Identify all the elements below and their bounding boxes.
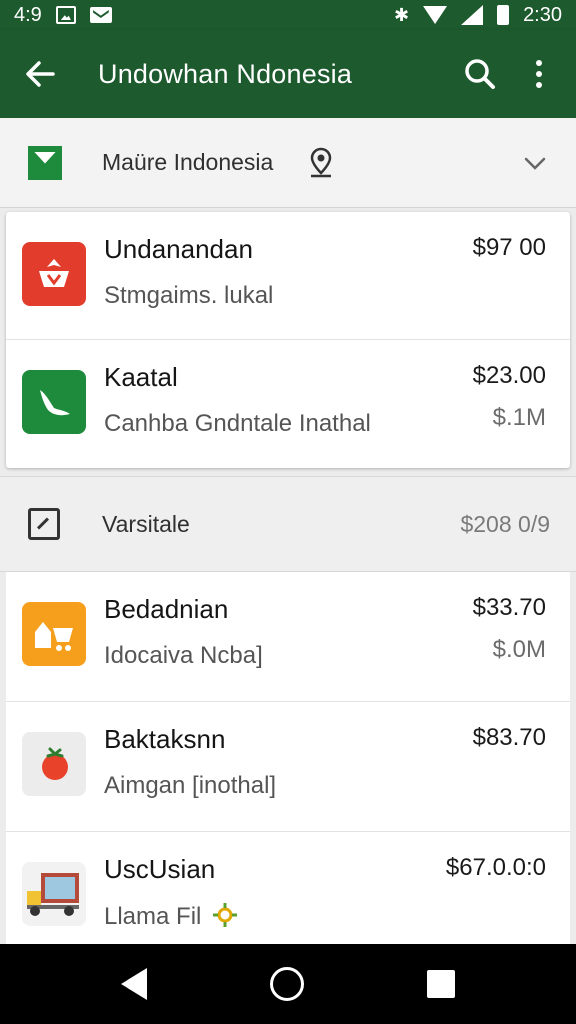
more-dot <box>536 82 542 88</box>
status-time-left: 4:9 <box>14 3 42 26</box>
app-bar: Undowhan Ndonesia <box>0 30 576 118</box>
item-price: $67.0.0:0 <box>445 854 546 881</box>
list-item[interactable]: Baktaksnn Aimgan [inothal] $83.70 <box>6 702 570 832</box>
item-subtitle: Idocaiva Ncba] <box>104 642 263 669</box>
item-title: Kaatal <box>104 362 178 392</box>
list-item[interactable]: UscUsian Llama Fil $67.0.0:0 <box>6 832 570 944</box>
mail-icon <box>89 7 112 23</box>
tomato-icon <box>22 732 86 796</box>
item-size: $.0M <box>492 636 546 663</box>
list-item[interactable]: Kaatal Canhba Gndntale Inathal $23.00 $.… <box>6 340 570 468</box>
item-subtitle: Llama Fil <box>104 902 238 931</box>
item-price: $97 00 <box>472 234 546 261</box>
signal-icon <box>461 5 484 25</box>
section-header[interactable]: Varsitale $208 0/9 <box>0 476 576 572</box>
more-options-button[interactable] <box>524 52 554 96</box>
nav-home-icon[interactable] <box>269 967 304 1001</box>
nav-back-icon[interactable] <box>121 968 148 1000</box>
section-value: $208 0/9 <box>460 510 550 537</box>
green-bird-icon <box>22 370 86 434</box>
page-title: Undowhan Ndonesia <box>98 58 353 89</box>
search-button[interactable] <box>458 52 502 96</box>
item-subtitle: Aimgan [inothal] <box>104 772 277 799</box>
item-price: $23.00 <box>472 362 546 389</box>
search-icon <box>465 59 495 89</box>
battery-icon <box>497 5 510 25</box>
list-item[interactable]: Bedadnian Idocaiva Ncba] $33.70 $.0M <box>6 572 570 702</box>
item-price: $83.70 <box>472 724 546 751</box>
item-subtitle: Stmgaims. lukal <box>104 282 274 309</box>
back-button[interactable] <box>20 54 60 94</box>
orange-cart-icon <box>22 602 86 666</box>
location-pin-icon <box>311 147 332 177</box>
truck-icon <box>22 862 86 926</box>
top-card: Undanandan Stmgaims. lukal $97 00 Kaatal… <box>6 212 570 468</box>
red-cart-icon <box>22 242 86 306</box>
region-selector[interactable]: Maüre Indonesia <box>0 118 576 208</box>
section-label: Varsitale <box>102 510 190 537</box>
item-title: Bedadnian <box>104 594 229 624</box>
arrow-left-icon <box>26 61 55 87</box>
navigation-bar <box>0 944 576 1024</box>
status-bar: 4:9 ✱ 2:30 <box>0 0 576 30</box>
edit-icon <box>28 508 60 540</box>
region-flag-icon <box>28 145 62 180</box>
wifi-icon <box>423 6 448 24</box>
item-title: Undanandan <box>104 234 253 264</box>
more-dot <box>536 60 542 66</box>
region-label: Maüre Indonesia <box>102 149 274 175</box>
item-title: Baktaksnn <box>104 724 226 754</box>
item-title: UscUsian <box>104 854 216 884</box>
chevron-down-icon <box>524 157 546 170</box>
image-icon <box>55 6 76 24</box>
item-price: $33.70 <box>472 594 546 621</box>
item-list: Bedadnian Idocaiva Ncba] $33.70 $.0M Bak… <box>6 572 570 944</box>
item-subtitle: Canhba Gndntale Inathal <box>104 410 371 437</box>
more-dot <box>536 71 542 77</box>
nav-recents-icon[interactable] <box>426 970 455 998</box>
item-subtitle-text: Llama Fil <box>104 903 202 930</box>
bluetooth-icon: ✱ <box>393 4 410 25</box>
sparkle-icon <box>213 903 238 927</box>
item-size: $.1M <box>492 404 546 431</box>
list-item[interactable]: Undanandan Stmgaims. lukal $97 00 <box>6 212 570 340</box>
status-time: 2:30 <box>523 3 562 26</box>
